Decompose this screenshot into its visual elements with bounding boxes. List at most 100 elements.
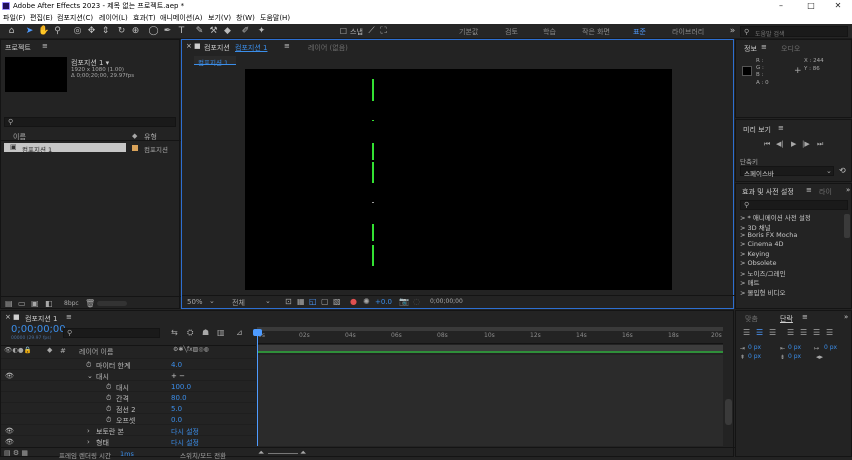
timeline-tracks[interactable] (257, 355, 723, 446)
stamp-tool-icon[interactable]: ⚒ (208, 26, 219, 37)
lock-icon[interactable]: ■ (194, 42, 201, 50)
work-area-bar[interactable] (257, 327, 723, 331)
first-line-indent-value[interactable]: 0 px (824, 344, 837, 351)
effects-category[interactable]: > Keying (740, 250, 769, 258)
timeline-tab-label[interactable]: 컴포지션 1 (25, 314, 57, 324)
orbit-tool-icon[interactable]: ◎ (72, 26, 83, 37)
add-remove-dash[interactable]: + − (171, 372, 185, 380)
eye-icon[interactable]: 👁 (5, 427, 14, 435)
property-value[interactable]: 0.0 (171, 416, 182, 424)
hand-tool-icon[interactable]: ✋ (38, 26, 49, 37)
justify-center-icon[interactable]: ☰ (800, 328, 807, 337)
chevron-right-icon[interactable]: › (87, 427, 90, 435)
timeline-search-input[interactable]: ⚲ (63, 328, 160, 338)
close-button[interactable]: ✕ (824, 0, 852, 12)
panel-menu-icon[interactable]: ≡ (42, 42, 48, 50)
project-item-row[interactable]: ▣ 컴포지션 1 (4, 143, 126, 154)
column-name-header[interactable]: 이름 (13, 132, 26, 142)
indent-right-value[interactable]: 0 px (788, 344, 801, 351)
effects-scrollbar[interactable] (844, 214, 850, 238)
info-tab[interactable]: 정보 (744, 44, 757, 54)
next-frame-icon[interactable]: |▶︎ (802, 140, 810, 148)
brush-tool-icon[interactable]: ✎ (194, 26, 205, 37)
pan-tool-icon[interactable]: ✥ (86, 26, 97, 37)
panel-menu-icon[interactable]: ≡ (761, 43, 767, 51)
eye-icon[interactable]: 👁 (5, 372, 14, 380)
composition-canvas[interactable] (245, 69, 672, 290)
puppet-tool-icon[interactable]: ✦ (256, 26, 267, 37)
bpc-label[interactable]: 8bpc (64, 300, 79, 307)
adjust-icon[interactable]: ◧ (45, 299, 53, 308)
timeline-property-row[interactable]: ⏱ 오프셋 0.0 (1, 413, 256, 425)
new-folder-icon[interactable]: ▭ (18, 299, 26, 308)
toggle-switches-modes[interactable]: 스위치/모드 전환 (180, 450, 226, 460)
shortcut-dropdown[interactable]: 스페이스바 ⌄ (740, 166, 834, 178)
menu-composition[interactable]: 컴포지션(C) (57, 13, 93, 23)
timeline-property-row[interactable]: 👁 › 보토란 본 다시 설정 (1, 424, 256, 436)
type-tool-icon[interactable]: T (176, 26, 187, 37)
workspace-small-screen[interactable]: 작은 화면 (582, 27, 610, 37)
panel-menu-icon[interactable]: ≡ (778, 124, 784, 132)
more-tabs-icon[interactable]: » (846, 186, 850, 194)
ltr-direction-icon[interactable]: ◂▸ (816, 353, 823, 361)
anchor-tool-icon[interactable]: ⊕ (130, 26, 141, 37)
menu-help[interactable]: 도움말(H) (260, 13, 290, 23)
trash-icon[interactable]: 🗑 (85, 299, 95, 308)
effects-search-input[interactable]: ⚲ (740, 200, 848, 210)
workspace-review[interactable]: 검토 (505, 27, 518, 37)
panel-menu-icon[interactable]: ≡ (284, 42, 290, 50)
timeline-property-row[interactable]: 👁 › 형태 다시 설정 (1, 435, 256, 447)
region-of-interest-icon[interactable]: ⊡ (285, 297, 292, 306)
menu-edit[interactable]: 편집(E) (30, 13, 53, 23)
prev-frame-icon[interactable]: ◀︎| (776, 140, 784, 148)
label-color-swatch[interactable] (132, 145, 138, 151)
selection-tool-icon[interactable]: ➤ (24, 26, 35, 37)
zoom-tool-icon[interactable]: ⚲ (52, 26, 63, 37)
paragraph-tab[interactable]: 단락 (780, 314, 793, 324)
menu-animation[interactable]: 애니메이션(A) (160, 13, 202, 23)
eye-icon[interactable]: 👁 (5, 438, 14, 446)
space-before-value[interactable]: 0 px (748, 353, 761, 360)
zoom-dropdown[interactable]: 50% (187, 298, 203, 306)
lock-icon[interactable]: ■ (13, 313, 20, 321)
chevron-down-icon[interactable]: ⌄ (87, 372, 93, 380)
av-features-icons[interactable]: 👁◐●🔒 (4, 346, 32, 354)
home-icon[interactable]: ⌂ (6, 26, 17, 37)
panel-menu-icon[interactable]: ≡ (806, 186, 812, 194)
effects-tab[interactable]: 효과 및 사전 설정 (742, 187, 794, 197)
playhead-handle[interactable] (253, 329, 262, 336)
viewer-subtab[interactable]: 컴포지션 1 (194, 56, 236, 67)
timeline-property-row[interactable]: ⏱ 점선 2 5.0 (1, 402, 256, 414)
draft-3d-icon[interactable]: ⛭ (187, 328, 193, 338)
project-tab[interactable]: 프로젝트 (5, 43, 31, 53)
switches-icons[interactable]: ⚙✱╲fx▨◎◍ (173, 346, 209, 353)
more-tabs-icon[interactable]: » (844, 313, 848, 321)
timeline-scrollbar[interactable] (725, 399, 732, 425)
rotate-tool-icon[interactable]: ↻ (116, 26, 127, 37)
libraries-tab[interactable]: 라이 (819, 187, 832, 197)
timeline-property-row[interactable]: ⏱ 마이터 한계 4.0 (1, 358, 256, 370)
align-left-icon[interactable]: ☰ (743, 328, 750, 337)
align-right-icon[interactable]: ☰ (769, 328, 776, 337)
align-tab[interactable]: 맞춤 (745, 314, 758, 324)
timeline-property-row[interactable]: ⏱ 간격 80.0 (1, 391, 256, 403)
help-search-field[interactable]: ⚲ 도움말 검색 (740, 26, 848, 38)
layer-viewer-tab[interactable]: 레이어 (없음) (308, 43, 348, 53)
effects-category[interactable]: > Cinema 4D (740, 240, 784, 248)
shy-layers-icon[interactable]: ☗ (202, 328, 209, 337)
close-icon[interactable]: × (5, 313, 11, 321)
snapshot-icon[interactable]: 📷 (399, 297, 409, 306)
indent-left-value[interactable]: 0 px (748, 344, 761, 351)
justify-right-icon[interactable]: ☰ (813, 328, 820, 337)
audio-tab[interactable]: 오디오 (781, 44, 800, 54)
chevron-down-icon[interactable]: ⌄ (265, 297, 271, 305)
panel-menu-icon[interactable]: ≡ (66, 313, 72, 321)
justify-all-icon[interactable]: ☰ (826, 328, 833, 337)
justify-left-icon[interactable]: ☰ (787, 328, 794, 337)
menu-effect[interactable]: 효과(T) (133, 13, 156, 23)
play-icon[interactable]: ▶ (791, 140, 796, 148)
timeline-property-row[interactable]: ⏱ 대시 100.0 (1, 380, 256, 392)
new-comp-icon[interactable]: ▣ (31, 299, 39, 308)
eraser-tool-icon[interactable]: ◆ (222, 26, 233, 37)
close-icon[interactable]: × (186, 42, 192, 50)
